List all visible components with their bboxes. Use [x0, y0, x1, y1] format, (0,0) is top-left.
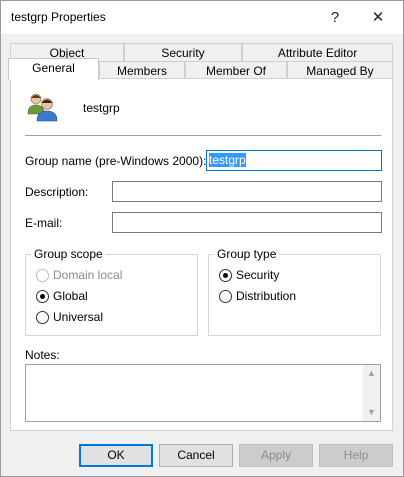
scope-domain-local-label: Domain local: [53, 268, 123, 282]
scope-domain-local-radio[interactable]: Domain local: [36, 267, 122, 283]
title-bar[interactable]: testgrp Properties ? ✕: [1, 1, 403, 34]
type-distribution-radio[interactable]: Distribution: [219, 288, 296, 304]
window-title: testgrp Properties: [11, 10, 106, 24]
description-label: Description:: [25, 185, 89, 199]
properties-dialog: testgrp Properties ? ✕ Object Security A…: [0, 0, 404, 477]
type-distribution-label: Distribution: [236, 289, 297, 303]
tab-attribute-editor[interactable]: Attribute Editor: [242, 43, 393, 62]
radio-checked-icon: [36, 289, 49, 303]
scroll-up-icon[interactable]: ▲: [363, 365, 380, 382]
pre-windows-name-label: Group name (pre-Windows 2000):: [25, 154, 207, 168]
group-type-box: Group type Security Distribution: [208, 247, 381, 336]
tab-general[interactable]: General: [8, 58, 99, 80]
scope-global-label: Global: [53, 289, 88, 303]
scope-universal-radio[interactable]: Universal: [36, 309, 103, 325]
notes-scrollbar[interactable]: ▲ ▼: [363, 365, 380, 421]
separator: [25, 135, 381, 136]
scope-global-radio[interactable]: Global: [36, 288, 88, 304]
radio-circle-icon: [219, 289, 232, 303]
radio-circle-icon: [36, 268, 49, 282]
help-icon[interactable]: ?: [323, 5, 347, 29]
help-button[interactable]: Help: [319, 444, 393, 467]
tab-security[interactable]: Security: [124, 43, 242, 62]
type-security-label: Security: [236, 268, 280, 282]
close-icon[interactable]: ✕: [366, 5, 390, 29]
notes-textarea[interactable]: ▲ ▼: [25, 364, 381, 422]
pre-windows-name-value: testgrp: [209, 153, 246, 167]
pre-windows-name-input[interactable]: testgrp: [206, 150, 382, 171]
apply-button[interactable]: Apply: [239, 444, 313, 467]
radio-checked-icon: [219, 268, 232, 282]
email-input[interactable]: [112, 212, 382, 233]
email-label: E-mail:: [25, 216, 63, 230]
radio-circle-icon: [36, 310, 49, 324]
group-scope-box: Group scope Domain local Global Universa…: [25, 247, 198, 336]
group-name-header: testgrp: [83, 101, 120, 115]
group-icon: [27, 93, 58, 122]
group-scope-label: Group scope: [31, 247, 106, 261]
ok-button[interactable]: OK: [79, 444, 153, 467]
type-security-radio[interactable]: Security: [219, 267, 279, 283]
general-panel: testgrp Group name (pre-Windows 2000): t…: [10, 78, 393, 431]
scroll-down-icon[interactable]: ▼: [363, 404, 380, 421]
notes-label: Notes:: [25, 348, 60, 362]
group-type-label: Group type: [214, 247, 280, 261]
scope-universal-label: Universal: [53, 310, 104, 324]
cancel-button[interactable]: Cancel: [159, 444, 233, 467]
description-input[interactable]: [112, 181, 382, 202]
